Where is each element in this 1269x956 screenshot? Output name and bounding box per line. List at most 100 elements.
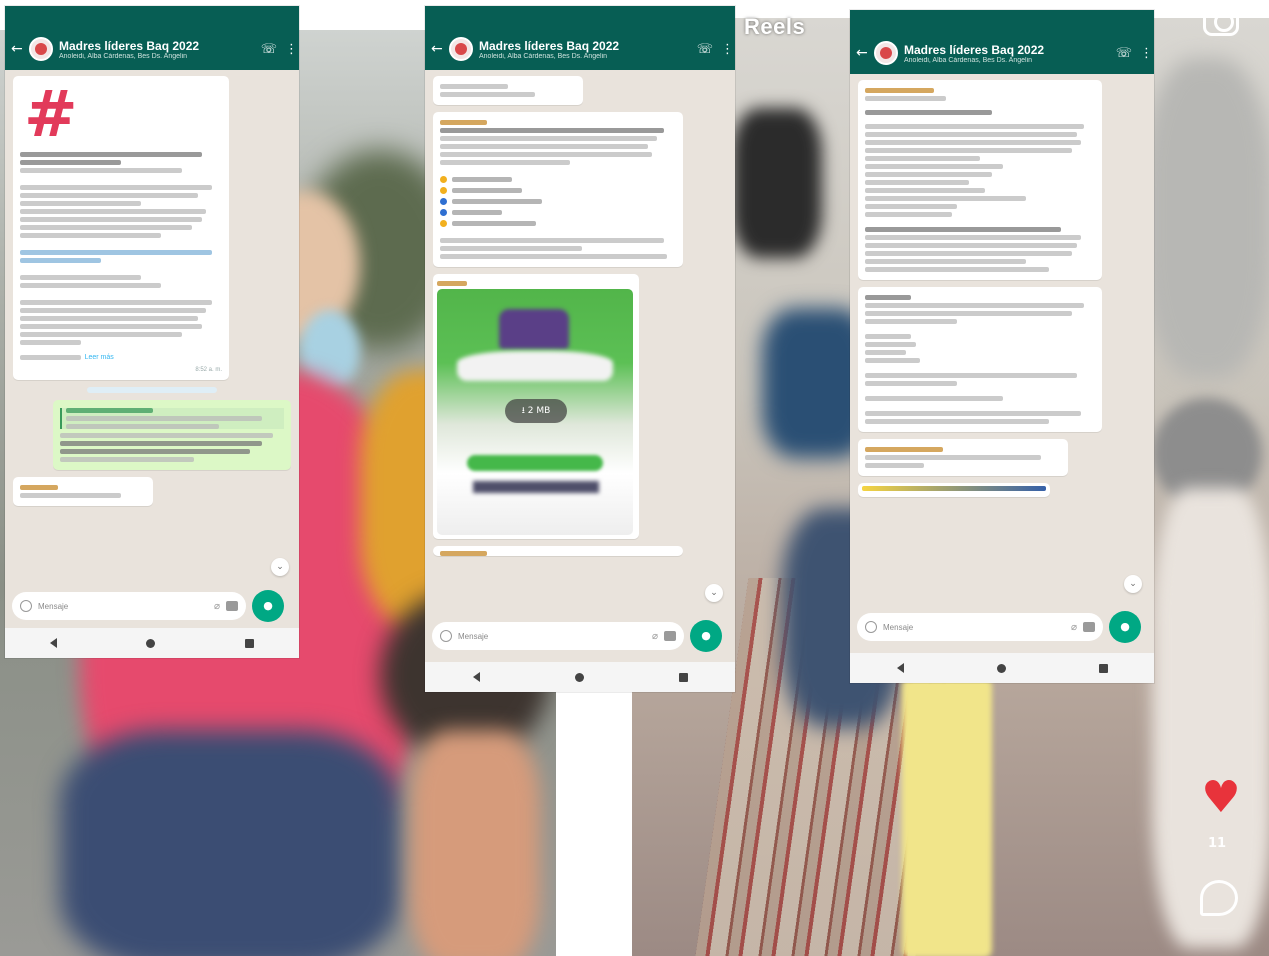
status-bar	[425, 6, 735, 28]
group-title: Madres líderes Baq 2022	[59, 38, 200, 53]
message-bubble[interactable]	[858, 483, 1050, 497]
phone-call-icon[interactable]: ☏	[1116, 46, 1132, 61]
photo-man-shirt	[1152, 488, 1269, 948]
attach-icon[interactable]: ⌀	[214, 601, 220, 612]
photo-yellow-folder	[902, 678, 992, 956]
list-item	[440, 187, 676, 194]
emoji-icon[interactable]	[865, 621, 877, 633]
list-item	[440, 198, 676, 205]
message-bubble[interactable]	[433, 546, 683, 556]
nav-home-icon[interactable]	[574, 672, 584, 682]
group-subtitle: Anoleidi, Alba Cárdenas, Bes Ds. Angelin	[59, 52, 188, 60]
chat-header-text[interactable]: Madres líderes Baq 2022 Anoleidi, Alba C…	[59, 39, 253, 60]
group-subtitle: Anoleidi, Alba Cárdenas, Bes Ds. Angelin	[904, 56, 1033, 64]
menu-dots-icon[interactable]: ⋮	[721, 42, 734, 57]
message-bubble[interactable]: # Leer más 8:52 a. m.	[13, 76, 229, 380]
back-arrow-icon[interactable]: ←	[11, 41, 23, 57]
reels-label[interactable]: Reels	[744, 14, 805, 40]
image-dark-text	[473, 481, 599, 493]
scroll-down-button[interactable]: ⌄	[271, 558, 289, 576]
group-avatar[interactable]	[29, 37, 53, 61]
chat-header[interactable]: ← Madres líderes Baq 2022 Anoleidi, Alba…	[850, 32, 1154, 74]
message-bubble[interactable]	[858, 287, 1102, 432]
message-placeholder: Mensaje	[883, 622, 914, 632]
phone-call-icon[interactable]: ☏	[261, 42, 277, 57]
image-green-band	[467, 455, 603, 471]
read-more-link[interactable]: Leer más	[85, 353, 114, 362]
image-message-bubble[interactable]: ⭳ 2 MB	[433, 274, 639, 539]
download-size: 2 MB	[527, 406, 551, 416]
nav-home-icon[interactable]	[996, 663, 1006, 673]
message-input[interactable]: Mensaje ⌀	[857, 613, 1103, 641]
image-attachment[interactable]: ⭳ 2 MB	[437, 289, 633, 535]
scroll-down-button[interactable]: ⌄	[1124, 575, 1142, 593]
status-bar	[850, 10, 1154, 32]
list-item	[440, 220, 676, 227]
menu-dots-icon[interactable]: ⋮	[1140, 46, 1153, 61]
message-composer: Mensaje ⌀ ●	[432, 620, 722, 652]
chat-header-text[interactable]: Madres líderes Baq 2022 Anoleidi, Alba C…	[479, 39, 689, 60]
message-input[interactable]: Mensaje ⌀	[432, 622, 684, 650]
group-avatar[interactable]	[449, 37, 473, 61]
download-button[interactable]: ⭳ 2 MB	[505, 399, 567, 423]
android-nav-bar	[425, 662, 735, 692]
message-bubble[interactable]	[433, 112, 683, 267]
chat-header[interactable]: ← Madres líderes Baq 2022 Anoleidi, Alba…	[425, 28, 735, 70]
mic-button[interactable]: ●	[252, 590, 284, 622]
group-title: Madres líderes Baq 2022	[904, 42, 1045, 57]
nav-back-icon[interactable]	[472, 672, 480, 682]
whatsapp-screen-2: ← Madres líderes Baq 2022 Anoleidi, Alba…	[425, 6, 735, 692]
crown-logo-image	[499, 309, 569, 349]
group-subtitle: Anoleidi, Alba Cárdenas, Bes Ds. Angelin	[479, 52, 608, 60]
attach-icon[interactable]: ⌀	[1071, 622, 1077, 633]
instagram-camera-icon[interactable]	[1203, 2, 1239, 36]
camera-icon[interactable]	[664, 631, 676, 641]
nav-home-icon[interactable]	[146, 638, 156, 648]
hashtag-logo-image: #	[24, 78, 78, 152]
mic-icon: ●	[701, 629, 711, 642]
nav-recent-icon[interactable]	[1098, 663, 1108, 673]
whatsapp-screen-1: ← Madres líderes Baq 2022 Anoleidi, Alba…	[5, 6, 299, 658]
status-bar	[5, 6, 299, 28]
emoji-icon[interactable]	[440, 630, 452, 642]
chat-messages	[850, 74, 1154, 510]
quoted-message[interactable]	[60, 408, 284, 429]
phone-call-icon[interactable]: ☏	[697, 42, 713, 57]
nav-back-icon[interactable]	[896, 663, 904, 673]
chat-messages: ⭳ 2 MB	[425, 70, 735, 569]
message-bubble[interactable]	[433, 76, 583, 105]
camera-icon[interactable]	[1083, 622, 1095, 632]
mic-button[interactable]: ●	[1109, 611, 1141, 643]
message-time: 8:52 a. m.	[195, 367, 222, 373]
comment-icon[interactable]	[1200, 880, 1238, 916]
menu-dots-icon[interactable]: ⋮	[285, 42, 298, 57]
nav-recent-icon[interactable]	[678, 672, 688, 682]
chat-header-text[interactable]: Madres líderes Baq 2022 Anoleidi, Alba C…	[904, 43, 1108, 64]
chat-messages: # Leer más 8:52 a. m.	[5, 70, 299, 519]
camera-icon[interactable]	[226, 601, 238, 611]
message-composer: Mensaje ⌀ ●	[12, 590, 284, 622]
attach-icon[interactable]: ⌀	[652, 631, 658, 642]
photo-jeans	[60, 730, 400, 956]
group-avatar[interactable]	[874, 41, 898, 65]
message-bubble[interactable]	[858, 80, 1102, 280]
back-arrow-icon[interactable]: ←	[431, 41, 443, 57]
message-placeholder: Mensaje	[38, 601, 69, 611]
heart-icon[interactable]: ♥	[1198, 776, 1244, 820]
mic-button[interactable]: ●	[690, 620, 722, 652]
chat-header[interactable]: ← Madres líderes Baq 2022 Anoleidi, Alba…	[5, 28, 299, 70]
emoji-icon[interactable]	[20, 600, 32, 612]
back-arrow-icon[interactable]: ←	[856, 45, 868, 61]
message-bubble[interactable]	[13, 477, 153, 506]
scroll-down-button[interactable]: ⌄	[705, 584, 723, 602]
like-count: 11	[1208, 836, 1227, 851]
message-input[interactable]: Mensaje ⌀	[12, 592, 246, 620]
nav-back-icon[interactable]	[49, 638, 57, 648]
list-item	[440, 176, 676, 183]
nav-recent-icon[interactable]	[245, 638, 255, 648]
message-bubble[interactable]	[858, 439, 1068, 476]
whatsapp-screen-3: ← Madres líderes Baq 2022 Anoleidi, Alba…	[850, 10, 1154, 683]
system-message-chip	[87, 387, 217, 393]
outgoing-message-bubble[interactable]	[53, 400, 291, 470]
message-composer: Mensaje ⌀ ●	[857, 611, 1141, 643]
